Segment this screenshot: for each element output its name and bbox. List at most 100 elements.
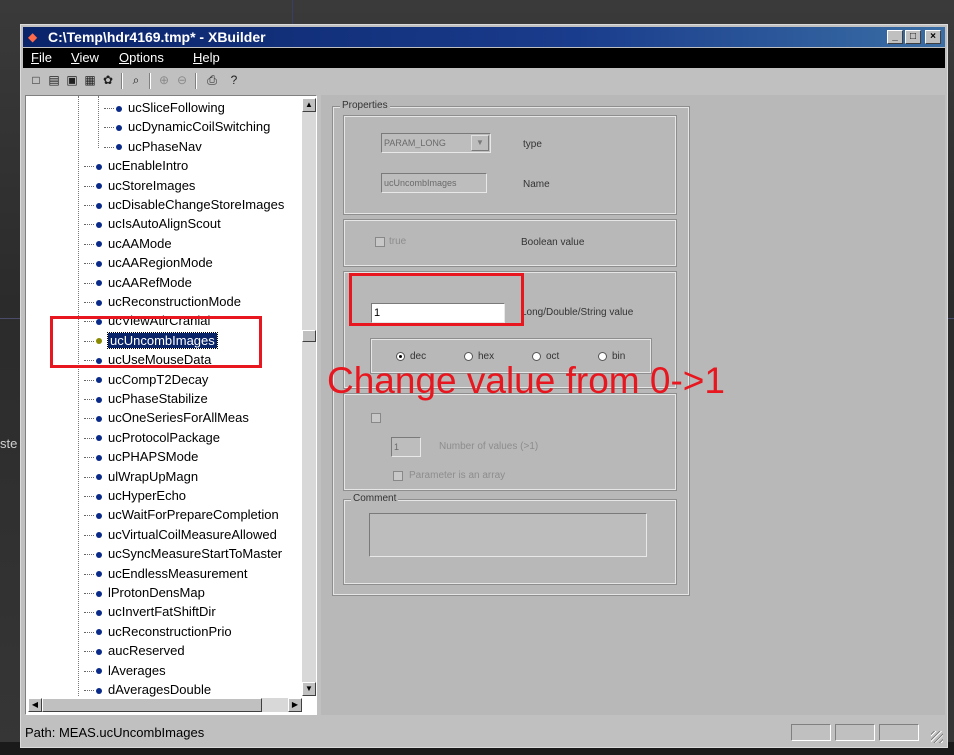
scroll-left-arrow-icon[interactable]: ◀ <box>28 698 42 712</box>
print-icon[interactable]: ⎙ <box>205 73 219 87</box>
tree-item[interactable]: ucCompT2Decay <box>84 372 208 391</box>
properties-panel: Properties PARAM_LONG ▼ type ucUncombIma… <box>321 95 945 715</box>
array-checkbox[interactable] <box>393 471 403 481</box>
tree-node-bullet-icon <box>96 648 102 655</box>
help-icon[interactable]: ? <box>227 73 241 87</box>
tree-item[interactable]: aucReserved <box>84 643 185 662</box>
tree-item[interactable]: ucHyperEcho <box>84 488 186 507</box>
toolbar-separator <box>149 73 151 89</box>
resize-grip-icon[interactable] <box>931 731 943 743</box>
close-button[interactable]: × <box>925 30 941 44</box>
tree-item-label: ucReconstructionPrio <box>108 623 232 639</box>
comment-textarea[interactable] <box>369 513 647 557</box>
tree-item[interactable]: ucAARefMode <box>84 275 192 294</box>
tree-node-bullet-icon <box>96 532 102 539</box>
boolean-checkbox[interactable] <box>375 237 385 247</box>
menu-options[interactable]: Options <box>119 50 164 65</box>
status-cell <box>879 724 919 741</box>
tree-item[interactable]: lAverages <box>84 663 166 682</box>
annotation-highlight-tree <box>50 316 262 368</box>
tree-item-label: ucSyncMeasureStartToMaster <box>108 546 283 562</box>
tree-node-bullet-icon <box>96 474 102 481</box>
tree-item[interactable]: ucEnableIntro <box>84 158 188 177</box>
scroll-down-arrow-icon[interactable]: ▼ <box>302 682 316 696</box>
tree-item[interactable]: ucVirtualCoilMeasureAllowed <box>84 527 277 546</box>
tree-node-bullet-icon <box>96 493 102 500</box>
tree-item[interactable]: ucAAMode <box>84 236 172 255</box>
tree-item[interactable]: ucInvertFatShiftDir <box>84 604 216 623</box>
tree-horizontal-scrollbar[interactable]: ◀ ▶ <box>28 698 302 712</box>
tree-node-bullet-icon <box>96 590 102 597</box>
tree-item[interactable]: ucPhaseStabilize <box>84 391 208 410</box>
menu-file[interactable]: File <box>31 50 52 65</box>
tree-item[interactable]: ucIsAutoAlignScout <box>84 216 221 235</box>
tree-item-label: ucPhaseNav <box>128 138 202 154</box>
tree-connector <box>84 631 94 633</box>
tree-vertical-scrollbar[interactable]: ▲ ▼ <box>302 98 316 696</box>
status-path: Path: MEAS.ucUncombImages <box>25 725 205 740</box>
status-cell <box>835 724 875 741</box>
zoom-in-icon[interactable]: ⊕ <box>157 73 171 87</box>
tree-item-label: ucSliceFollowing <box>128 100 225 115</box>
scroll-right-arrow-icon[interactable]: ▶ <box>288 698 302 712</box>
tree-item[interactable]: ulWrapUpMagn <box>84 469 198 488</box>
menu-file-label: ile <box>38 50 52 65</box>
tree-item[interactable]: ucOneSeriesForAllMeas <box>84 410 249 429</box>
tree-connector <box>84 399 94 401</box>
tree-item[interactable]: ucReconstructionPrio <box>84 624 232 643</box>
tree-node-bullet-icon <box>96 454 102 461</box>
tree-item[interactable]: ucDynamicCoilSwitching <box>104 119 270 138</box>
tree-item[interactable]: lProtonDensMap <box>84 585 205 604</box>
tree-item[interactable]: ucPHAPSMode <box>84 449 198 468</box>
tree-item[interactable]: ucAARegionMode <box>84 255 213 274</box>
tree-item[interactable]: ucDisableChangeStoreImages <box>84 197 284 216</box>
properties-group-title: Properties <box>340 100 390 111</box>
menu-help[interactable]: Help <box>193 50 220 65</box>
tree-item[interactable]: ucStoreImages <box>84 178 195 197</box>
new-icon[interactable]: □ <box>29 73 43 87</box>
tree-item-label: ucStoreImages <box>108 177 196 193</box>
tree-item[interactable]: ucSyncMeasureStartToMaster <box>84 546 282 565</box>
tree-item-label: ucAARegionMode <box>108 255 213 271</box>
tree-connector <box>84 282 94 284</box>
hscroll-thumb[interactable] <box>42 698 262 712</box>
scroll-up-arrow-icon[interactable]: ▲ <box>302 98 316 112</box>
tree-node-bullet-icon <box>96 202 102 209</box>
parameter-tree[interactable]: ucSliceFollowing ucDynamicCoilSwitching uc… <box>25 95 317 715</box>
title-bar[interactable]: ◆ C:\Temp\hdr4169.tmp* - XBuilder _ □ × <box>23 27 945 47</box>
array-header-checkbox[interactable] <box>371 413 381 423</box>
find-icon[interactable]: ⌕ <box>129 73 143 87</box>
tool-icon[interactable]: ✿ <box>101 73 115 87</box>
array-count-field[interactable]: 1 <box>391 437 421 457</box>
save-icon[interactable]: ▣ <box>65 73 79 87</box>
minimize-button[interactable]: _ <box>887 30 903 44</box>
scroll-thumb[interactable] <box>302 330 316 342</box>
tree-node-bullet-icon <box>96 163 102 170</box>
name-field[interactable]: ucUncombImages <box>381 173 487 193</box>
maximize-button[interactable]: □ <box>905 30 921 44</box>
tree-connector <box>84 612 94 614</box>
tree-item[interactable]: ucSliceFollowing <box>104 100 225 119</box>
tree-item-label: ucOneSeriesForAllMeas <box>108 410 249 426</box>
tree-item[interactable]: ucEndlessMeasurement <box>84 566 247 585</box>
tree-connector <box>84 476 94 478</box>
tree-item-label: ucDisableChangeStoreImages <box>108 197 285 212</box>
tree-item[interactable]: ucReconstructionMode <box>84 294 241 313</box>
comment-group: Comment <box>343 493 677 585</box>
tree-item[interactable]: ucPhaseNav <box>104 139 202 158</box>
menu-view[interactable]: View <box>71 50 99 65</box>
tree-item-label: dAveragesDouble <box>108 682 212 697</box>
tree-item[interactable]: ucWaitForPrepareCompletion <box>84 507 279 526</box>
tree-item-label: aucReserved <box>108 643 185 659</box>
tree-item-label: ucEndlessMeasurement <box>108 565 248 581</box>
save-as-icon[interactable]: ▦ <box>83 73 97 87</box>
tree-connector <box>84 593 94 595</box>
tree-item-label: ucPHAPSMode <box>108 449 199 465</box>
tree-item[interactable]: ucProtocolPackage <box>84 430 220 449</box>
zoom-out-icon[interactable]: ⊖ <box>175 73 189 87</box>
tree-connector <box>84 379 94 381</box>
tree-node-bullet-icon <box>96 668 102 675</box>
chevron-down-icon[interactable]: ▼ <box>471 135 489 151</box>
open-icon[interactable]: ▤ <box>47 73 61 87</box>
type-name-group: PARAM_LONG ▼ type ucUncombImages Name <box>343 115 677 215</box>
